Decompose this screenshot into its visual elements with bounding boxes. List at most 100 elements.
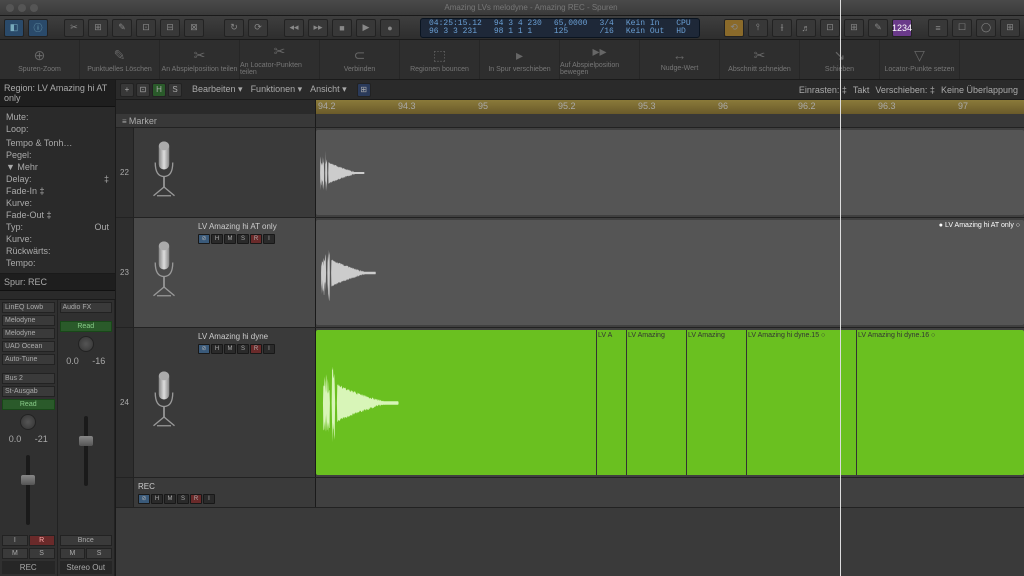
tool-Spuren-Zoom[interactable]: ⊕Spuren-Zoom [0, 40, 80, 79]
track-btn-H[interactable]: H [151, 494, 163, 504]
inspector-row[interactable]: Delay:‡ [6, 173, 109, 185]
btn[interactable]: ⊞ [844, 19, 864, 37]
output-slot[interactable]: St-Ausgab [2, 386, 55, 397]
track-btn-S[interactable]: S [237, 344, 249, 354]
track-header[interactable]: 22 [116, 128, 316, 217]
track-name[interactable]: LV Amazing hi dyne [198, 332, 311, 341]
track-header[interactable]: 24LV Amazing hi dyne⊘HMSRI [116, 328, 316, 477]
insert-slot[interactable]: Audio FX [60, 302, 113, 313]
lcd-display[interactable]: 04:25:15.1296 3 3 231 94 3 4 23098 1 1 1… [420, 18, 700, 38]
inspector-row[interactable]: Mute: [6, 111, 109, 123]
insert-slot[interactable]: LinEQ Lowb [2, 302, 55, 313]
btn[interactable]: ⫲ [772, 19, 792, 37]
volume-fader[interactable] [2, 446, 55, 533]
toolbar-btn[interactable]: ✎ [112, 19, 132, 37]
snap-btn[interactable]: ⊞ [357, 83, 371, 97]
track-menu[interactable]: Funktionen ▾ [251, 84, 303, 95]
audio-region[interactable]: ● LV Amazing hi AT only ○ [316, 220, 1024, 325]
stop-btn[interactable]: ■ [332, 19, 352, 37]
ruler-option[interactable]: Takt [853, 85, 870, 95]
track-inspector-header[interactable]: Spur: REC [0, 274, 115, 291]
track-btn-R[interactable]: R [250, 234, 262, 244]
inspector-row[interactable]: Fade-In ‡ [6, 185, 109, 197]
pan-knob[interactable] [20, 414, 36, 430]
insert-slot[interactable]: Melodyne [2, 315, 55, 326]
insert-slot[interactable]: Auto-Tune [2, 354, 55, 365]
track-btn-S[interactable]: S [237, 234, 249, 244]
inspector-row[interactable]: Rückwärts: [6, 245, 109, 257]
track-btn-H[interactable]: H [211, 234, 223, 244]
insert-slot[interactable]: UAD Ocean [2, 341, 55, 352]
playhead[interactable] [840, 128, 841, 576]
tool-An Abspielposition teilen[interactable]: ✂An Abspielposition teilen [160, 40, 240, 79]
forward-btn[interactable]: ▸▸ [308, 19, 328, 37]
track-btn-R[interactable]: R [190, 494, 202, 504]
channel-name[interactable]: REC [2, 561, 55, 574]
tool-Verbinden[interactable]: ⊂Verbinden [320, 40, 400, 79]
inspector-row[interactable]: ▼ Mehr [6, 161, 109, 173]
track-icon[interactable] [134, 218, 194, 327]
track-name[interactable]: LV Amazing hi AT only [198, 222, 311, 231]
track-lane[interactable]: ● LV Amazing hi AT only ○ [316, 218, 1024, 327]
track-header[interactable]: 23LV Amazing hi AT only⊘HMSRI [116, 218, 316, 327]
ch-btn-S[interactable]: S [86, 548, 112, 559]
inspector-row[interactable]: Kurve: [6, 197, 109, 209]
marker-lane-head[interactable]: ≡ Marker [116, 114, 316, 128]
notes-btn[interactable]: ☐ [952, 19, 972, 37]
traffic-lights[interactable] [6, 4, 38, 12]
tool-Locator-Punkte setzen[interactable]: ▽Locator-Punkte setzen [880, 40, 960, 79]
toolbar-btn[interactable]: ⊟ [160, 19, 180, 37]
inspector-toggle[interactable]: ⓘ [28, 19, 48, 37]
automation-mode[interactable]: Read [2, 399, 55, 410]
channel-name[interactable]: Stereo Out [60, 561, 113, 574]
toolbar-btn[interactable]: ⊞ [88, 19, 108, 37]
loops-btn[interactable]: ◯ [976, 19, 996, 37]
ruler-option[interactable]: Verschieben: ‡ [875, 85, 935, 95]
tool-Regionen bouncen[interactable]: ⬚Regionen bouncen [400, 40, 480, 79]
track-header[interactable]: REC⊘HMSRI [116, 478, 316, 507]
ch-btn-M[interactable]: M [60, 548, 86, 559]
list-btn[interactable]: ≡ [928, 19, 948, 37]
play-btn[interactable]: ▶ [356, 19, 376, 37]
count-btn[interactable]: 1234 [892, 19, 912, 37]
volume-fader[interactable] [60, 368, 113, 533]
tool-Auf Abspielposition bewegen[interactable]: ▸▸Auf Abspielposition bewegen [560, 40, 640, 79]
audio-region[interactable] [316, 130, 1024, 215]
tool-In Spur verschieben[interactable]: ▸In Spur verschieben [480, 40, 560, 79]
track-btn-S[interactable]: S [177, 494, 189, 504]
automation-mode[interactable]: Read [60, 321, 113, 332]
toolbar-btn[interactable]: ⊡ [136, 19, 156, 37]
track-btn-M[interactable]: M [224, 234, 236, 244]
toolbar-btn[interactable]: ✂ [64, 19, 84, 37]
track-icon[interactable] [134, 128, 194, 217]
s-btn[interactable]: S [168, 83, 182, 97]
ch-btn-R[interactable]: R [29, 535, 55, 546]
track-btn-H[interactable]: H [211, 344, 223, 354]
toolbar-btn[interactable]: ⊠ [184, 19, 204, 37]
replace-btn[interactable]: ⟳ [248, 19, 268, 37]
tool-Abschnitt schneiden[interactable]: ✂Abschnitt schneiden [720, 40, 800, 79]
inspector-row[interactable]: Tempo: [6, 257, 109, 269]
tool-Nudge-Wert[interactable]: ↔Nudge-Wert [640, 40, 720, 79]
track-btn-M[interactable]: M [224, 344, 236, 354]
ch-btn-Bnce[interactable]: Bnce [60, 535, 113, 546]
inspector-row[interactable]: Loop: [6, 123, 109, 135]
track-menu[interactable]: Ansicht ▾ [310, 84, 347, 95]
track-lane[interactable] [316, 478, 1024, 507]
inspector-row[interactable]: Kurve: [6, 233, 109, 245]
inspector-row[interactable]: Tempo & Tonh… [6, 137, 109, 149]
track-btn-R[interactable]: R [250, 344, 262, 354]
ch-btn-I[interactable]: I [2, 535, 28, 546]
inspector-row[interactable]: Typ:Out [6, 221, 109, 233]
track-lane[interactable] [316, 128, 1024, 217]
record-btn[interactable]: ● [380, 19, 400, 37]
tuner-btn[interactable]: ⫯ [748, 19, 768, 37]
rewind-btn[interactable]: ◂◂ [284, 19, 304, 37]
track-name[interactable]: REC [138, 482, 311, 491]
track-icon[interactable] [134, 328, 194, 477]
track-btn-I[interactable]: I [263, 344, 275, 354]
tool-An Locator-Punkten teilen[interactable]: ✂An Locator-Punkten teilen [240, 40, 320, 79]
track-btn-⊘[interactable]: ⊘ [138, 494, 150, 504]
region-inspector-header[interactable]: Region: LV Amazing hi AT only [0, 80, 115, 107]
track-btn-I[interactable]: I [263, 234, 275, 244]
